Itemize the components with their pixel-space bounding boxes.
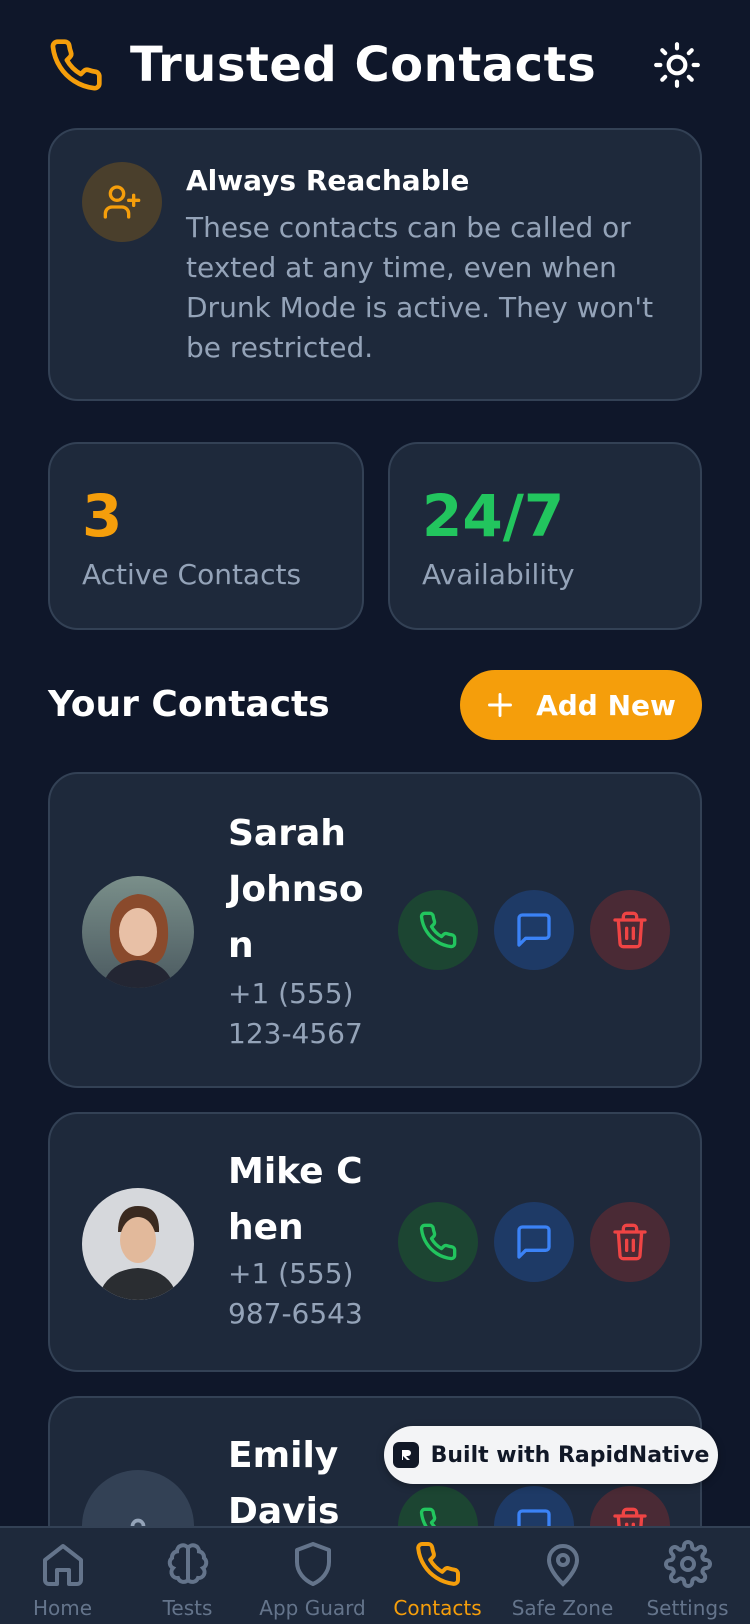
- tab-label: Contacts: [393, 1596, 482, 1620]
- trash-icon: [613, 911, 647, 949]
- tab-bar: Home Tests App Guard Contacts Safe Zone …: [0, 1526, 750, 1624]
- map-pin-icon: [546, 1544, 579, 1587]
- sun-icon[interactable]: [652, 40, 702, 90]
- stat-label: Active Contacts: [82, 558, 302, 591]
- stat-active-contacts: 3 Active Contacts: [48, 442, 364, 630]
- contact-name: Emily Davis: [228, 1435, 340, 1532]
- contact-actions: [398, 1202, 686, 1282]
- tab-label: Settings: [646, 1596, 729, 1620]
- tab-app-guard[interactable]: App Guard: [250, 1528, 375, 1624]
- phone-icon: [50, 39, 102, 91]
- page-title: Trusted Contacts: [130, 37, 597, 93]
- info-card: Always Reachable These contacts can be c…: [48, 128, 702, 401]
- info-avatar: [82, 162, 162, 242]
- call-button[interactable]: [398, 1202, 478, 1282]
- add-new-button[interactable]: Add New: [460, 670, 702, 740]
- call-button[interactable]: [398, 890, 478, 970]
- contact-card: Sarah Johnson +1 (555) 123-4567: [48, 772, 702, 1088]
- user-plus-icon: [103, 185, 141, 219]
- tab-tests[interactable]: Tests: [125, 1528, 250, 1624]
- trash-icon: [613, 1223, 647, 1261]
- header: Trusted Contacts: [48, 30, 702, 100]
- built-with-badge[interactable]: Built with RapidNative: [384, 1426, 718, 1484]
- screen: Trusted Contacts Always Reachable These …: [0, 0, 750, 1624]
- brain-icon: [167, 1543, 208, 1584]
- tab-settings[interactable]: Settings: [625, 1528, 750, 1624]
- info-title: Always Reachable: [186, 164, 470, 197]
- delete-button[interactable]: [590, 1202, 670, 1282]
- shield-icon: [294, 1542, 331, 1586]
- tab-safe-zone[interactable]: Safe Zone: [500, 1528, 625, 1624]
- tab-contacts[interactable]: Contacts: [375, 1528, 500, 1624]
- phone-icon: [419, 1223, 457, 1261]
- tab-label: Home: [32, 1596, 93, 1620]
- contact-phone: +1 (555) 123-4567: [228, 977, 363, 1050]
- avatar: [82, 1188, 194, 1300]
- tab-label: Tests: [162, 1596, 213, 1620]
- contact-card: Mike Chen +1 (555) 987-6543: [48, 1112, 702, 1372]
- stat-value: 3: [82, 482, 123, 550]
- stat-availability: 24/7 Availability: [388, 442, 702, 630]
- tab-label: App Guard: [259, 1596, 366, 1620]
- stat-value: 24/7: [422, 482, 565, 550]
- gear-icon: [663, 1540, 712, 1588]
- info-text: These contacts can be called or texted a…: [186, 211, 654, 364]
- contact-name: Sarah Johnson: [228, 813, 364, 966]
- tab-home[interactable]: Home: [0, 1528, 125, 1624]
- section-title: Your Contacts: [48, 684, 330, 725]
- contact-phone: +1 (555) 987-6543: [228, 1257, 363, 1330]
- stat-label: Availability: [422, 558, 575, 591]
- message-icon: [517, 1225, 551, 1259]
- phone-icon: [415, 1542, 460, 1586]
- plus-icon: [488, 693, 513, 717]
- contact-name: Mike Chen: [228, 1151, 363, 1248]
- home-icon: [42, 1544, 83, 1586]
- message-button[interactable]: [494, 890, 574, 970]
- avatar: [82, 876, 194, 988]
- delete-button[interactable]: [590, 890, 670, 970]
- phone-icon: [419, 911, 457, 949]
- tab-label: Safe Zone: [511, 1596, 614, 1620]
- rapidnative-logo-icon: [392, 1442, 419, 1468]
- message-icon: [517, 913, 551, 947]
- contact-actions: [398, 890, 686, 970]
- badge-label: Built with RapidNative: [430, 1442, 710, 1468]
- add-new-label: Add New: [536, 688, 676, 722]
- message-button[interactable]: [494, 1202, 574, 1282]
